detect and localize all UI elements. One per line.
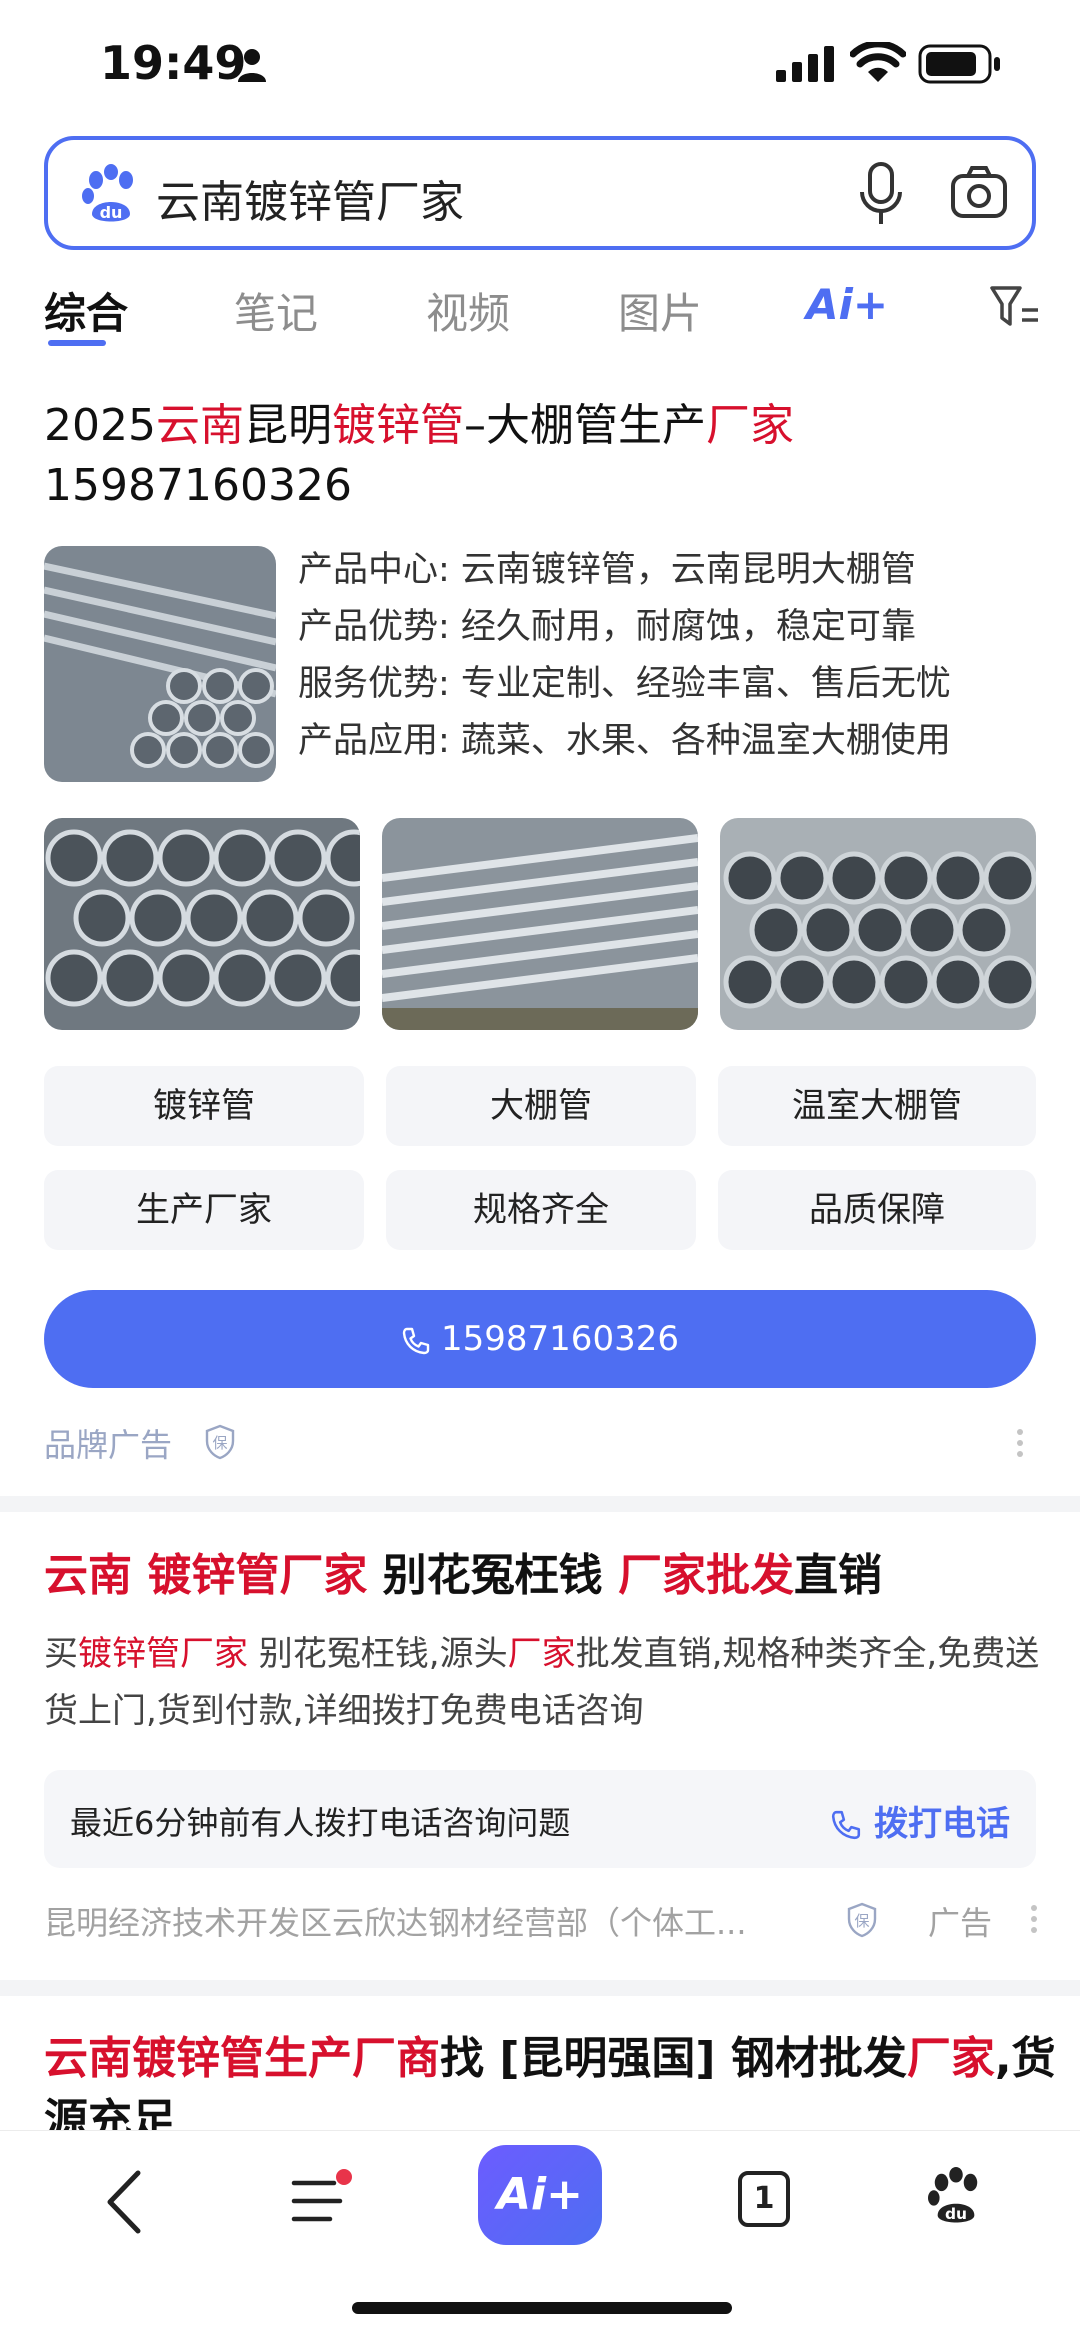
tab-notes[interactable]: 笔记 (234, 280, 318, 341)
svg-text:保: 保 (854, 1912, 869, 1930)
ai-assistant-button[interactable]: Ai+ (478, 2145, 602, 2245)
title-segment: –大棚管生产 (463, 400, 706, 451)
back-arrow-icon[interactable] (100, 2167, 148, 2237)
call-button-label: 15987160326 (441, 1319, 679, 1359)
title-highlight: 厂家 (705, 400, 794, 451)
search-box[interactable]: du 云南镀锌管厂家 (44, 136, 1036, 250)
title-phone: 15987160326 (44, 460, 352, 511)
result-1-title[interactable]: 2025云南昆明镀锌管–大棚管生产厂家 15987160326 (44, 396, 1044, 516)
menu-icon[interactable] (290, 2169, 354, 2229)
phone-icon (402, 1327, 430, 1355)
info-line: 服务优势: 专业定制、经验丰富、售后无忧 (298, 664, 951, 704)
dial-phone-label: 拨打电话 (874, 1804, 1010, 1844)
search-tabs: 综合 笔记 视频 图片 Ai+ (0, 270, 1080, 350)
ad-label: 广告 (928, 1904, 993, 1942)
title-highlight: 云南 (155, 400, 244, 451)
desc-highlight: 镀锌管厂家 (78, 1634, 248, 1674)
chip-greenhouse-pipe[interactable]: 大棚管 (386, 1066, 696, 1146)
title-highlight: 云南镀锌管生产厂商 (44, 2033, 440, 2084)
result-divider (0, 1980, 1080, 1996)
result-3-title[interactable]: 云南镀锌管生产厂商找 [昆明强国] 钢材批发厂家,货源充足 (44, 2028, 1064, 2140)
svg-text:du: du (945, 2205, 967, 2223)
info-line: 产品优势: 经久耐用，耐腐蚀，稳定可靠 (298, 607, 916, 647)
chip-galvanized-pipe[interactable]: 镀锌管 (44, 1066, 364, 1146)
camera-icon[interactable] (950, 164, 1008, 222)
search-input[interactable]: 云南镀锌管厂家 (156, 166, 464, 230)
phone-icon (831, 1810, 861, 1840)
pipe-ends-image[interactable] (44, 818, 360, 1030)
status-time: 19:49 (100, 36, 247, 90)
product-info: 产品中心: 云南镀锌管，云南昆明大棚管 产品优势: 经久耐用，耐腐蚀，稳定可靠 … (298, 542, 1058, 770)
more-options-icon[interactable] (1030, 1904, 1038, 1934)
shield-icon: 保 (847, 1902, 877, 1938)
desc-segment: 买 (44, 1634, 78, 1674)
dial-phone-link[interactable]: 拨打电话 (830, 1796, 1010, 1845)
chip-greenhouse-tube[interactable]: 温室大棚管 (718, 1066, 1036, 1146)
pipe-pile-image[interactable] (720, 818, 1036, 1030)
tab-videos[interactable]: 视频 (426, 280, 510, 341)
more-options-icon[interactable] (1016, 1428, 1024, 1458)
result-divider (0, 1496, 1080, 1512)
filter-icon[interactable] (990, 284, 1040, 328)
tab-images[interactable]: 图片 (618, 280, 702, 341)
call-notice-bar: 最近6分钟前有人拨打电话咨询问题 拨打电话 (44, 1770, 1036, 1868)
title-segment: 别花冤枉钱 (367, 1550, 618, 1601)
pipe-bundle-image[interactable] (44, 546, 276, 782)
result-2-title[interactable]: 云南 镀锌管厂家 别花冤枉钱 厂家批发直销 (44, 1546, 882, 1606)
title-highlight: 厂家批发 (617, 1550, 794, 1601)
signal-icon (776, 46, 834, 82)
baidu-paw-icon: du (82, 164, 133, 222)
home-indicator[interactable] (352, 2302, 732, 2314)
result-2-source[interactable]: 昆明经济技术开发区云欣达钢材经营部（个体工... (44, 1898, 747, 1944)
title-highlight: 云南 镀锌管厂家 (44, 1550, 368, 1601)
call-phone-button[interactable]: 15987160326 (44, 1290, 1036, 1388)
tab-ai[interactable]: Ai+ (806, 280, 888, 329)
title-segment: 昆明 (243, 400, 332, 451)
microphone-icon[interactable] (858, 162, 904, 226)
active-tab-indicator (48, 340, 106, 346)
desc-segment: 别花冤枉钱,源头 (248, 1634, 508, 1674)
pipe-stack-image[interactable] (382, 818, 698, 1030)
desc-highlight: 厂家 (507, 1634, 576, 1674)
wifi-icon (850, 42, 906, 82)
tab-count-button[interactable]: 1 (738, 2171, 790, 2227)
svg-text:du: du (100, 203, 123, 222)
title-segment: 找 [昆明强国] 钢材批发 (440, 2033, 907, 2084)
chip-full-specs[interactable]: 规格齐全 (386, 1170, 696, 1250)
title-highlight: 厂家 (906, 2033, 995, 2084)
title-highlight: 镀锌管 (331, 400, 464, 451)
battery-icon (918, 44, 1000, 84)
person-icon (238, 49, 266, 82)
status-bar: 19:49 (0, 0, 1080, 130)
svg-text:保: 保 (212, 1434, 227, 1452)
tab-all[interactable]: 综合 (44, 280, 128, 341)
result-2-description: 买镀锌管厂家 别花冤枉钱,源头厂家批发直销,规格种类齐全,免费送货上门,货到付款… (44, 1626, 1044, 1740)
info-line: 产品应用: 蔬菜、水果、各种温室大棚使用 (298, 721, 951, 761)
call-notice-text: 最近6分钟前有人拨打电话咨询问题 (70, 1804, 571, 1842)
title-segment: 2025 (44, 400, 156, 451)
title-segment: 直销 (793, 1550, 882, 1601)
brand-ad-label: 品牌广告 (44, 1426, 173, 1464)
shield-icon: 保 (205, 1424, 235, 1460)
chip-manufacturer[interactable]: 生产厂家 (44, 1170, 364, 1250)
chip-quality[interactable]: 品质保障 (718, 1170, 1036, 1250)
baidu-home-icon[interactable]: du (928, 2165, 984, 2227)
info-line: 产品中心: 云南镀锌管，云南昆明大棚管 (298, 550, 916, 590)
